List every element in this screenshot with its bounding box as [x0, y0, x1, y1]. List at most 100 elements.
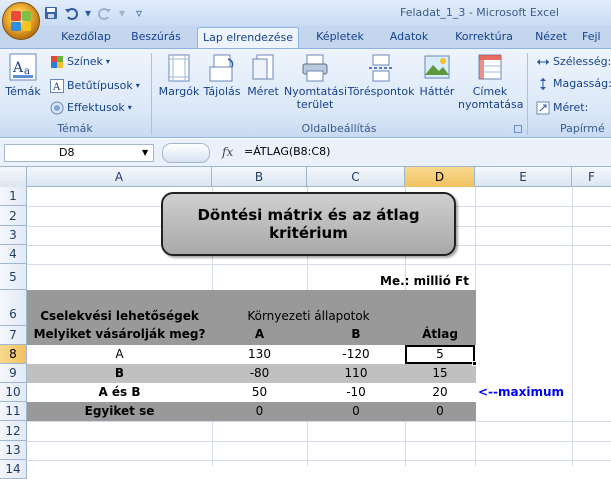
column-header-a[interactable]: A — [27, 167, 212, 187]
betutipusok-button[interactable]: A Betűtípusok ▾ — [50, 77, 140, 95]
tab-fejlesztoeszkozok[interactable]: Fejl — [582, 27, 611, 48]
column-header-c[interactable]: C — [307, 167, 405, 187]
scale-icon — [536, 101, 550, 115]
title-shape[interactable]: Döntési mátrix és az átlag kritérium — [161, 192, 456, 256]
cell-value[interactable]: -10 — [307, 385, 405, 399]
header-state-b: B — [351, 327, 361, 341]
row-header-9[interactable]: 9 — [0, 364, 27, 383]
cell-value[interactable]: 50 — [212, 385, 307, 399]
row-header-12[interactable]: 12 — [0, 421, 27, 441]
row-label[interactable]: A és B — [27, 385, 212, 399]
fill-handle[interactable] — [472, 361, 477, 366]
cell-average[interactable]: 0 — [405, 404, 475, 418]
tajolas-button[interactable]: Tájolás — [202, 53, 242, 98]
tab-korrektura[interactable]: Korrektúra — [446, 27, 522, 48]
quick-access-toolbar: ▾ ▾ ▿ — [44, 4, 146, 22]
background-icon — [423, 53, 451, 83]
row-header-7[interactable]: 7 — [0, 326, 27, 345]
office-button[interactable] — [2, 2, 40, 40]
column-header-e[interactable]: E — [475, 167, 572, 187]
margok-button[interactable]: Margók — [157, 53, 201, 98]
tab-nezet[interactable]: Nézet — [527, 27, 575, 48]
magassag-control[interactable]: Magasság: — [536, 75, 611, 93]
tab-adatok[interactable]: Adatok — [380, 27, 438, 48]
formula-input[interactable]: =ÁTLAG(B8:C8) — [244, 145, 330, 158]
gridline — [27, 460, 611, 461]
redo-dropdown-icon[interactable]: ▾ — [118, 6, 126, 20]
effects-icon — [50, 101, 64, 115]
svg-text:A: A — [52, 82, 61, 93]
hatter-button[interactable]: Háttér — [418, 53, 456, 98]
row-header-2[interactable]: 2 — [0, 206, 27, 226]
colors-icon — [50, 55, 64, 69]
maximum-annotation[interactable]: <--maximum — [478, 385, 564, 399]
column-header-b[interactable]: B — [212, 167, 307, 187]
select-all-corner[interactable] — [0, 167, 27, 187]
row-header-5[interactable]: 5 — [0, 264, 27, 290]
tab-kezdolap[interactable]: Kezdőlap — [50, 27, 122, 48]
cell-value[interactable]: 110 — [307, 366, 405, 380]
nyomtatasi-label-1: Nyomtatási — [284, 85, 348, 98]
row-label[interactable]: Egyiket se — [27, 404, 212, 418]
row-header-3[interactable]: 3 — [0, 226, 27, 245]
column-header-f[interactable]: F — [572, 167, 611, 187]
ribbon: Aa Témák Színek ▾ A Betűtípusok ▾ Effektus… — [0, 48, 611, 138]
insert-function-icon[interactable]: fx — [222, 145, 233, 159]
cimek-nyomtatasa-button[interactable]: Címek nyomtatása — [458, 53, 524, 111]
row-header-4[interactable]: 4 — [0, 245, 27, 264]
page-setup-launcher-icon[interactable] — [514, 125, 522, 133]
nyomtatasi-label-2: terület — [296, 98, 334, 111]
cell-value[interactable]: 0 — [307, 404, 405, 418]
customize-icon[interactable]: ▿ — [132, 6, 146, 20]
row-header-14[interactable]: 14 — [0, 460, 27, 479]
title-line-2: kritérium — [269, 224, 348, 242]
effektusok-button[interactable]: Effektusok ▾ — [50, 99, 132, 117]
row-label[interactable]: A — [27, 347, 212, 361]
header-atlag: Átlag — [422, 327, 458, 341]
name-box-dropdown-icon[interactable]: ▼ — [142, 148, 148, 157]
row-header-1[interactable]: 1 — [0, 187, 27, 206]
tab-lap-elrendezese[interactable]: Lap elrendezése — [197, 27, 299, 48]
column-header-d[interactable]: D — [405, 167, 475, 187]
fonts-icon: A — [50, 79, 64, 93]
undo-dropdown-icon[interactable]: ▾ — [84, 6, 92, 20]
width-icon — [536, 55, 550, 69]
temak-button[interactable]: Aa Témák — [4, 53, 42, 98]
row-header-6[interactable]: 6 — [0, 290, 27, 326]
cimek-label-2: nyomtatása — [458, 98, 524, 111]
cell-value[interactable]: 130 — [212, 347, 307, 361]
cell-average[interactable]: 15 — [405, 366, 475, 380]
undo-icon[interactable] — [64, 6, 78, 20]
gridline — [27, 441, 611, 442]
temak-group-label: Témák — [57, 122, 93, 135]
row-header-10[interactable]: 10 — [0, 383, 27, 402]
cell-value[interactable]: -120 — [307, 347, 405, 361]
row-header-11[interactable]: 11 — [0, 402, 27, 421]
nyomtatasi-terulet-button[interactable]: Nyomtatási terület — [284, 53, 348, 111]
tab-kepletek[interactable]: Képletek — [306, 27, 374, 48]
formula-bar-resize-handle[interactable] — [162, 143, 210, 163]
cell-value[interactable]: 0 — [212, 404, 307, 418]
meret-scale-control[interactable]: Méret: — [536, 99, 588, 117]
margok-label: Margók — [158, 85, 200, 98]
torespontok-button[interactable]: Töréspontok — [346, 53, 416, 98]
active-cell-d8[interactable] — [405, 345, 475, 364]
cell-average[interactable]: 20 — [405, 385, 475, 399]
szelesseg-label: Szélesség: — [553, 55, 611, 68]
papir-meret-label: Méret: — [553, 101, 589, 114]
meret-button[interactable]: Méret — [244, 53, 282, 98]
szelesseg-control[interactable]: Szélesség: — [536, 53, 611, 71]
redo-icon[interactable] — [98, 6, 112, 20]
group-separator — [527, 53, 528, 135]
header-cselekvesi: Cselekvési lehetőségek — [40, 309, 199, 323]
cell-value[interactable]: -80 — [212, 366, 307, 380]
row-label[interactable]: B — [27, 366, 212, 380]
row-header-8[interactable]: 8 — [0, 345, 27, 364]
save-icon[interactable] — [44, 6, 58, 20]
szinek-button[interactable]: Színek ▾ — [50, 53, 110, 71]
window-title: Feladat_1_3 - Microsoft Excel — [400, 6, 559, 19]
row-header-13[interactable]: 13 — [0, 441, 27, 460]
name-box[interactable]: D8 — [4, 144, 154, 162]
tab-beszuras[interactable]: Beszúrás — [124, 27, 188, 48]
betutipusok-label: Betűtípusok — [67, 79, 133, 92]
